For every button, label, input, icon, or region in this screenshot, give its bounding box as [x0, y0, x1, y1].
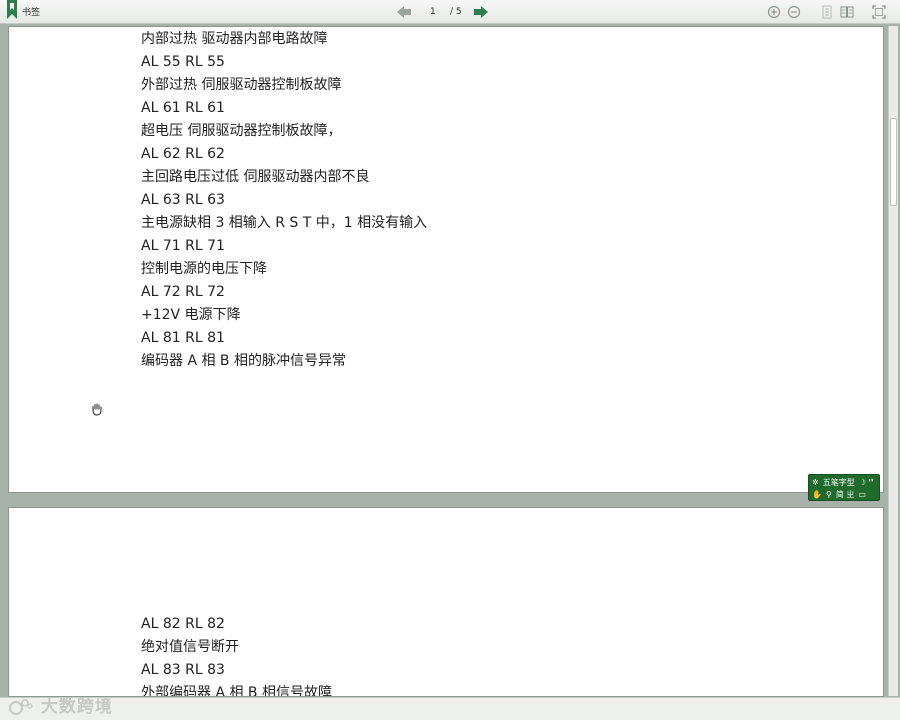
text-line: AL 61 RL 61	[141, 100, 225, 116]
text-line: 超电压 伺服驱动器控制板故障，	[141, 123, 342, 139]
toolbar: 书签 1 / 5	[0, 0, 900, 24]
text-line: 绝对值信号断开	[141, 639, 239, 655]
text-line: AL 81 RL 81	[141, 330, 225, 346]
ime-mode-label[interactable]: 五笔字型	[823, 478, 855, 487]
single-page-icon[interactable]	[820, 5, 834, 19]
text-line: AL 63 RL 63	[141, 192, 225, 208]
text-line: 外部过热 伺服驱动器控制板故障	[141, 77, 342, 93]
text-line: AL 83 RL 83	[141, 662, 225, 678]
text-line: 内部过热 驱动器内部电路故障	[141, 31, 328, 47]
watermark-logo-icon	[9, 699, 33, 715]
text-line: 主电源缺相 3 相输入 R S T 中，1 相没有输入	[141, 215, 428, 231]
two-page-icon[interactable]	[840, 5, 854, 19]
text-line: 主回路电压过低 伺服驱动器内部不良	[141, 169, 370, 185]
text-line: +12V 电源下降	[141, 307, 241, 323]
document-page-2: AL 82 RL 82 绝对值信号断开 AL 83 RL 83 外部编码器 A …	[8, 507, 884, 697]
moon-icon[interactable]: ☽ ❜❜	[859, 478, 874, 487]
page-indicator[interactable]: 1 / 5	[420, 4, 466, 20]
ime-charset-label[interactable]: 简 ㄓ	[836, 490, 855, 499]
current-page[interactable]: 1	[430, 4, 436, 20]
bookmarks-tab[interactable]: 书签	[22, 5, 40, 18]
fullscreen-icon[interactable]	[872, 5, 886, 19]
text-line: 编码器 A 相 B 相的脉冲信号异常	[141, 353, 346, 369]
text-line: AL 62 RL 62	[141, 146, 225, 162]
ime-mode-row[interactable]: ✲ 五笔字型 ☽ ❜❜	[812, 477, 874, 488]
ime-toggle-icon[interactable]: ✲	[812, 478, 819, 487]
text-line: 控制电源的电压下降	[141, 261, 267, 277]
text-line: AL 72 RL 72	[141, 284, 225, 300]
document-page-1: 内部过热 驱动器内部电路故障 AL 55 RL 55 外部过热 伺服驱动器控制板…	[8, 26, 884, 493]
keyboard-icon[interactable]: ▭	[858, 490, 866, 499]
status-bar	[0, 697, 900, 720]
bookmark-icon[interactable]	[6, 0, 18, 20]
vertical-scrollbar[interactable]	[888, 26, 898, 696]
next-page-icon[interactable]	[474, 6, 488, 18]
text-line: AL 82 RL 82	[141, 616, 225, 632]
watermark: 大数跨境	[8, 692, 113, 717]
prev-page-icon[interactable]	[397, 6, 411, 18]
hand-cursor-icon	[92, 403, 102, 416]
zoom-in-icon[interactable]	[767, 5, 781, 19]
scroll-thumb[interactable]	[890, 118, 897, 206]
zoom-out-icon[interactable]	[787, 5, 801, 19]
ime-status-bar[interactable]: ✲ 五笔字型 ☽ ❜❜ ✋ ⚲ 简 ㄓ ▭	[808, 474, 880, 501]
text-line: 外部编码器 A 相 B 相信号故障	[141, 685, 332, 697]
hand-icon[interactable]: ✋	[812, 490, 822, 499]
text-line: AL 55 RL 55	[141, 54, 225, 70]
search-icon[interactable]: ⚲	[826, 490, 832, 499]
watermark-text: 大数跨境	[40, 697, 113, 717]
total-pages: / 5	[450, 7, 462, 17]
text-line: AL 71 RL 71	[141, 238, 225, 254]
ime-tools-row[interactable]: ✋ ⚲ 简 ㄓ ▭	[812, 489, 866, 500]
